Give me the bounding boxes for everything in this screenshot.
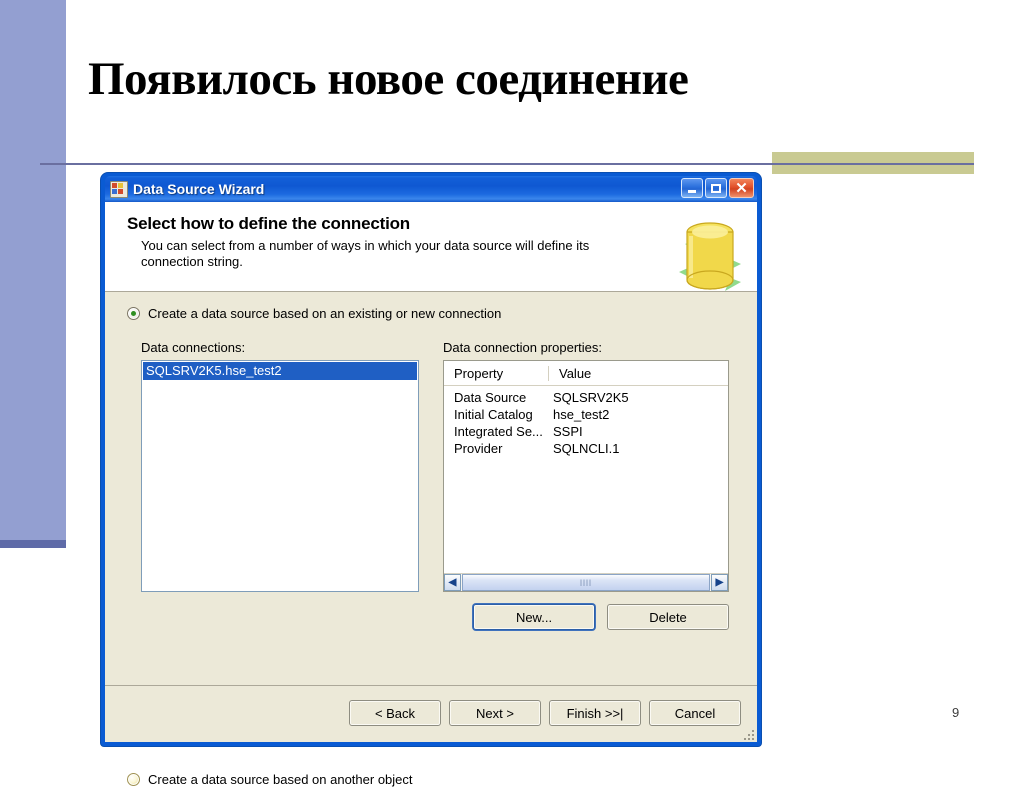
radio-label-another-object: Create a data source based on another ob… [148, 772, 413, 787]
table-row[interactable]: Provider SQLNCLI.1 [444, 440, 728, 457]
property-grid-header: Property Value [444, 361, 728, 386]
minimize-icon [688, 189, 696, 193]
resize-grip-icon[interactable] [742, 728, 754, 740]
radio-icon-unselected [127, 773, 140, 786]
next-button[interactable]: Next > [449, 700, 541, 726]
scroll-left-icon[interactable]: ◀ [444, 574, 461, 591]
delete-connection-button[interactable]: Delete [607, 604, 729, 630]
slide-page-number: 9 [952, 705, 960, 720]
data-connections-listbox[interactable]: SQLSRV2K5.hse_test2 [141, 360, 419, 592]
wizard-footer: < Back Next > Finish >>| Cancel [105, 685, 757, 742]
list-item[interactable]: SQLSRV2K5.hse_test2 [143, 362, 417, 380]
slide-left-accent-bar [0, 0, 66, 540]
scrollbar-thumb[interactable]: llll [462, 574, 710, 591]
dialog-titlebar[interactable]: Data Source Wizard ✕ [105, 176, 757, 202]
wizard-header-subtitle: You can select from a number of ways in … [141, 238, 590, 269]
page-title: Появилось новое соединение [88, 53, 689, 105]
database-cylinder-icon [679, 222, 741, 291]
close-icon: ✕ [735, 179, 748, 197]
property-key: Initial Catalog [454, 407, 533, 422]
data-source-wizard-dialog: Data Source Wizard ✕ Select how to defin… [101, 173, 761, 787]
wizard-buttons: < Back Next > Finish >>| Cancel [349, 700, 741, 726]
wizard-header: Select how to define the connection You … [105, 202, 757, 292]
table-row[interactable]: Data Source SQLSRV2K5 [444, 389, 728, 406]
radio-label-existing-or-new-connection: Create a data source based on an existin… [148, 306, 502, 321]
minimize-button[interactable] [681, 178, 703, 198]
cancel-button[interactable]: Cancel [649, 700, 741, 726]
data-source-wizard-icon [110, 180, 128, 198]
close-button[interactable]: ✕ [729, 178, 754, 198]
scroll-right-icon[interactable]: ▶ [711, 574, 728, 591]
dialog-title: Data Source Wizard [133, 181, 265, 197]
slide-title-rule [40, 163, 974, 165]
scrollbar-track[interactable]: llll [461, 574, 711, 591]
new-connection-button[interactable]: New... [473, 604, 595, 630]
property-value: SQLSRV2K5 [553, 390, 629, 405]
property-value: hse_test2 [553, 407, 610, 422]
dialog-client-area: Select how to define the connection You … [105, 202, 757, 787]
back-button[interactable]: < Back [349, 700, 441, 726]
data-connection-properties-grid[interactable]: Property Value Data Source SQLSRV2K5 Ini… [443, 360, 729, 592]
slide-left-accent-bar-foot [0, 540, 66, 548]
property-value: SQLNCLI.1 [553, 441, 620, 456]
radio-another-object[interactable]: Create a data source based on another ob… [127, 772, 413, 787]
maximize-icon [711, 183, 721, 193]
table-row[interactable]: Initial Catalog hse_test2 [444, 406, 728, 423]
column-header-property: Property [444, 365, 549, 381]
property-value: SSPI [553, 424, 583, 439]
finish-button[interactable]: Finish >>| [549, 700, 641, 726]
scrollbar-grip-icon: llll [580, 577, 592, 588]
data-connections-label: Data connections: [141, 340, 246, 355]
radio-existing-or-new-connection[interactable]: Create a data source based on an existin… [127, 306, 501, 321]
property-grid-rows: Data Source SQLSRV2K5 Initial Catalog hs… [444, 386, 728, 573]
maximize-button[interactable] [705, 178, 727, 198]
wizard-body: Create a data source based on an existin… [105, 292, 757, 787]
property-key: Data Source [454, 390, 527, 405]
property-key: Integrated Se... [454, 424, 543, 439]
property-key: Provider [454, 441, 503, 456]
wizard-header-title: Select how to define the connection [127, 214, 410, 233]
radio-icon-selected [127, 307, 140, 320]
table-row[interactable]: Integrated Se... SSPI [444, 423, 728, 440]
data-connection-properties-label: Data connection properties: [443, 340, 602, 355]
column-header-value: Value [559, 365, 592, 381]
property-grid-horizontal-scrollbar[interactable]: ◀ llll ▶ [444, 573, 728, 591]
window-buttons: ✕ [681, 178, 754, 198]
